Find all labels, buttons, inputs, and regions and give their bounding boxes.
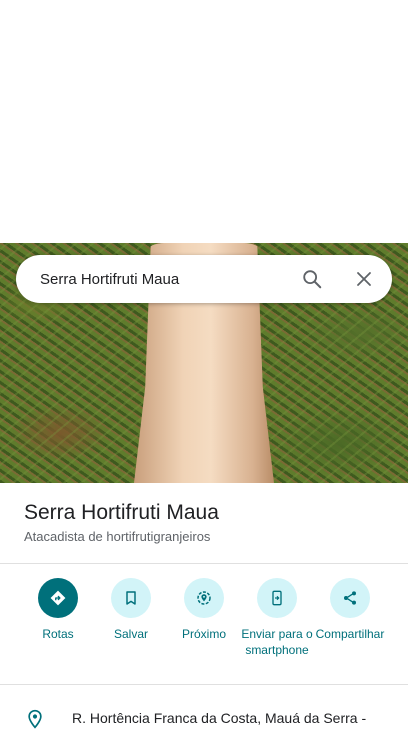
- save-label: Salvar: [113, 627, 148, 641]
- search-input[interactable]: Serra Hortifruti Maua: [16, 271, 292, 288]
- location-pin-icon: [25, 709, 45, 734]
- divider: [0, 563, 408, 564]
- place-category: Atacadista de hortifrutigranjeiros: [24, 529, 211, 544]
- nearby-label: Próximo: [181, 627, 226, 641]
- divider: [0, 684, 408, 685]
- close-icon[interactable]: [344, 259, 384, 299]
- send-to-phone-label: Enviar para o smartphone: [241, 627, 313, 657]
- send-to-phone-icon: [257, 578, 297, 618]
- address-text: R. Hortência Franca da Costa, Mauá da Se…: [72, 710, 367, 726]
- share-button[interactable]: Compartilhar: [310, 578, 390, 642]
- directions-label: Rotas: [42, 627, 74, 641]
- place-title: Serra Hortifruti Maua: [24, 501, 219, 524]
- share-label: Compartilhar: [315, 627, 385, 641]
- directions-button[interactable]: Rotas: [18, 578, 98, 642]
- directions-icon: [38, 578, 78, 618]
- action-buttons: Rotas Salvar Próximo Enviar para o smart…: [0, 578, 408, 678]
- save-button[interactable]: Salvar: [91, 578, 171, 642]
- bookmark-icon: [111, 578, 151, 618]
- share-icon: [330, 578, 370, 618]
- send-to-phone-button[interactable]: Enviar para o smartphone: [237, 578, 317, 658]
- nearby-button[interactable]: Próximo: [164, 578, 244, 642]
- address-row[interactable]: R. Hortência Franca da Costa, Mauá da Se…: [0, 700, 408, 729]
- nearby-icon: [184, 578, 224, 618]
- map-area-blank: [0, 0, 408, 243]
- search-icon[interactable]: [292, 259, 332, 299]
- search-bar[interactable]: Serra Hortifruti Maua: [16, 255, 392, 303]
